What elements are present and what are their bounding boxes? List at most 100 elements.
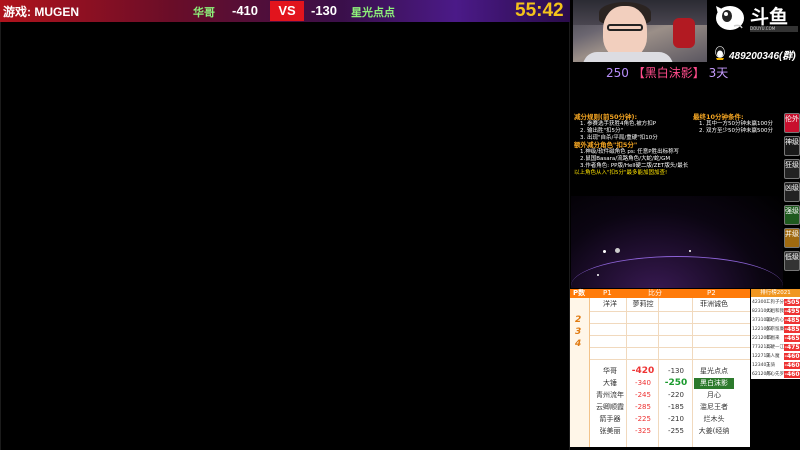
- tier-tag: 低级: [784, 251, 800, 271]
- cell-s1: -285: [635, 403, 651, 411]
- rules-left-column: 减分规则(前50分钟): 1. 参赛选手获胜4角色,被方扣P 2. 输出胜"扣5…: [574, 114, 692, 177]
- cell-p2: 黑白沫影: [694, 378, 734, 389]
- rank-score: -475: [784, 344, 800, 351]
- score-table-header: P数 P1 比分 P2: [570, 289, 750, 298]
- row-number: 4: [575, 339, 582, 349]
- rank-name: 月心先罗: [766, 372, 784, 377]
- grid-line: [590, 347, 750, 348]
- player1-score: -410: [232, 3, 259, 18]
- cell-p1: 张美丽: [599, 427, 621, 435]
- table-row: 云卿顺霞 -285 -185 滥尼王者: [570, 402, 750, 413]
- rank-score: -460: [784, 362, 800, 369]
- qq-penguin-icon: [715, 46, 725, 60]
- cell-p1: 箭手器: [599, 415, 621, 423]
- cell-p1b: 夢莉控: [632, 300, 654, 308]
- player2-score: -130: [311, 3, 338, 18]
- table-row: 华哥 -420 -130 星光点点: [570, 366, 750, 377]
- row-number: 3: [575, 327, 582, 337]
- rank-score: -465: [784, 335, 800, 342]
- tier-tag: 并级: [784, 228, 800, 248]
- rules-left-line: 2. 输出胜"扣5分": [580, 128, 624, 134]
- streamer-glasses: [607, 24, 643, 31]
- player1-name: 华哥: [193, 6, 215, 19]
- cell-s2: -185: [668, 403, 684, 411]
- rules-extra-line: 3.作者角色: PP版/Hell硬二版/ZET版头/最长: [580, 163, 689, 169]
- douyu-logo-url: DOUYU.COM: [750, 26, 798, 32]
- tier-tags: 伦外 神级 狂级 凶级 强级 并级 低级: [784, 113, 800, 274]
- match-timer: 55:42: [515, 0, 564, 21]
- space-decoration: [571, 196, 783, 288]
- table-row: 大锤 -340 -250 黑白沫影: [570, 378, 750, 389]
- header-row-label: P数: [573, 289, 586, 297]
- rank-score: -485: [784, 326, 800, 333]
- rules-left-line: 1. 参赛选手获胜4角色,被方扣P: [580, 121, 657, 127]
- cell-s1: -340: [635, 379, 651, 387]
- rules-left-title: 减分规则(前50分钟):: [574, 113, 638, 121]
- rank-name: 隔人魔: [766, 354, 780, 359]
- table-row: 箭手器 -225 -210 烂木头: [570, 414, 750, 425]
- header-p1: P1: [603, 289, 612, 297]
- star-dot: [615, 248, 620, 253]
- cell-p2: 滥尼王者: [700, 403, 728, 411]
- rules-right-line: 1. 其中一方50分钟未赢100分: [699, 121, 773, 127]
- ranking-row: 6212003 月心先罗 -460: [751, 370, 800, 379]
- rank-name: 大姐和我: [766, 309, 784, 314]
- cell-p1: 华哥: [603, 367, 617, 375]
- fan-count: 250: [606, 66, 629, 80]
- rules-extra-line: 1.神级/软件磁角色 ps: 任意P胜出标称写: [580, 149, 680, 155]
- cell-s2: -250: [664, 378, 688, 388]
- score-table: P数 P1 比分 P2 2 3 4 洋洋 夢莉控 菲洲诚色 华哥 -420 -1…: [570, 289, 750, 447]
- tier-tag: 神级: [784, 136, 800, 156]
- cell-p1: 云卿顺霞: [596, 403, 624, 411]
- rules-right-line: 2. 双方至少50分钟未赢500分: [699, 128, 773, 134]
- star-dot: [603, 250, 606, 253]
- scoreboard-bar: 游戏: MUGEN 华哥 -410 VS -130 星光点点 55:42: [0, 0, 570, 22]
- vs-badge: VS: [270, 1, 304, 21]
- cell-s1: -325: [635, 427, 651, 435]
- ranking-row: 3731033 聪达的心 -485: [751, 316, 800, 325]
- player2-name: 星光点点: [351, 6, 395, 19]
- cell-p2: 烂木头: [703, 415, 725, 423]
- cell-p2: 菲洲诚色: [700, 300, 728, 308]
- header-ratio: 比分: [648, 289, 662, 297]
- grid-line: [590, 335, 750, 336]
- rules-extra-title: 额外减分角色"扣5分": [574, 141, 638, 149]
- fan-badge-name: 【黑白沫影】: [632, 66, 705, 80]
- rules-right-column: 最终10分钟条件: 1. 其中一方50分钟未赢100分 2. 双方至少50分钟未…: [693, 114, 785, 135]
- rank-name: 聪达的心: [766, 318, 784, 323]
- cell-s1: -225: [635, 415, 651, 423]
- rank-name: 玉骑: [766, 363, 775, 368]
- cell-s1: -245: [635, 391, 651, 399]
- tier-tag: 强级: [784, 205, 800, 225]
- tier-tag: 狂级: [784, 159, 800, 179]
- cell-s2: -210: [668, 415, 684, 423]
- cell-s1: -420: [631, 366, 655, 376]
- streamer-shirt: [583, 52, 673, 62]
- cell-p1: 洋洋: [603, 300, 617, 308]
- grid-line: [590, 323, 750, 324]
- ranking-panel: 排行榜2021 423001 二狗子分 -505 8231003 大姐和我 -4…: [751, 289, 800, 379]
- cell-s2: -130: [668, 367, 684, 375]
- douyu-fish-icon: [716, 6, 744, 30]
- rank-score: -495: [784, 308, 800, 315]
- cell-p2: 星光点点: [700, 367, 728, 375]
- ranking-row: 2212003 菲图来 -465: [751, 334, 800, 343]
- tier-tag: 凶级: [784, 182, 800, 202]
- rank-name: 二狗子分: [766, 300, 784, 305]
- cell-p1: 大锤: [603, 379, 617, 387]
- cell-p1: 青州流年: [596, 391, 624, 399]
- row-number: 2: [575, 315, 582, 325]
- game-screen: [0, 22, 570, 450]
- table-row: 张美丽 -325 -255 大姜(经纳: [570, 426, 750, 437]
- fan-days: 3天: [708, 66, 729, 80]
- rules-extra-line: 2.鼠国Basara/流路角色/大蛇/蛇/GM: [580, 156, 671, 162]
- ranking-row: 123403 玉骑 -460: [751, 361, 800, 370]
- ranking-row: 8231003 大姐和我 -495: [751, 307, 800, 316]
- rank-name: 菲图来: [766, 336, 780, 341]
- rules-panel: 减分规则(前50分钟): 1. 参赛选手获胜4角色,被方扣P 2. 输出胜"扣5…: [571, 112, 782, 182]
- ranking-row: 122713 隔人魔 -460: [751, 352, 800, 361]
- qq-group-number: 489200346(群): [729, 51, 796, 62]
- douyu-logo-text: 斗鱼: [750, 6, 789, 28]
- rules-warning: 以上角色从入"扣5分"最多能加固加查!: [574, 170, 668, 176]
- star-dot: [597, 274, 599, 276]
